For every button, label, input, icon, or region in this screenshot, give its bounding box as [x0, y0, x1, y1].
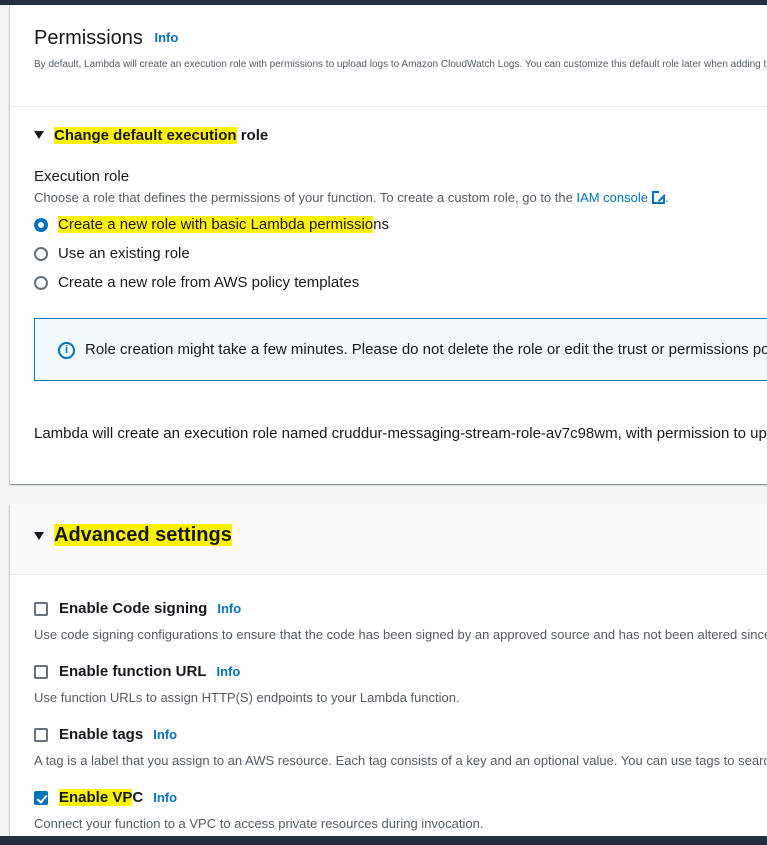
advanced-settings-expander[interactable]: Advanced settings [34, 524, 232, 547]
execution-role-note: Lambda will create an execution role nam… [34, 425, 767, 442]
radio-button[interactable] [34, 246, 48, 261]
iam-console-link[interactable]: IAM console [576, 190, 648, 205]
function-url-info-link[interactable]: Info [217, 664, 241, 679]
enable-code-signing-option[interactable]: Enable Code signing Info [34, 600, 241, 617]
alert-text: Role creation might take a few minutes. … [85, 341, 767, 358]
change-default-execution-role-expander[interactable]: Change default execution role [34, 127, 268, 144]
function-url-description: Use function URLs to assign HTTP(S) endp… [34, 690, 460, 705]
radio-button[interactable] [34, 217, 48, 232]
checkbox[interactable] [34, 664, 48, 679]
permissions-panel: Permissions Info By default, Lambda will… [10, 5, 767, 484]
permissions-description: By default, Lambda will create an execut… [34, 59, 767, 70]
enable-tags-option[interactable]: Enable tags Info [34, 726, 177, 743]
external-link-icon[interactable] [652, 190, 666, 204]
checkbox[interactable] [34, 601, 48, 616]
info-circle-icon: i [58, 342, 75, 359]
radio-create-from-policy-templates[interactable]: Create a new role from AWS policy templa… [34, 274, 359, 291]
checkbox-checked[interactable] [34, 790, 48, 805]
radio-create-basic-role[interactable]: Create a new role with basic Lambda perm… [34, 216, 389, 233]
checkbox[interactable] [34, 727, 48, 742]
permissions-header: Permissions Info By default, Lambda will… [10, 5, 767, 107]
caret-down-icon [34, 532, 44, 540]
role-creation-info-alert: i Role creation might take a few minutes… [34, 318, 767, 381]
execution-role-description: Choose a role that defines the permissio… [34, 190, 669, 205]
tags-description: A tag is a label that you assign to an A… [34, 753, 767, 768]
execution-role-label: Execution role [34, 168, 130, 185]
permissions-info-link[interactable]: Info [154, 30, 178, 45]
radio-use-existing-role[interactable]: Use an existing role [34, 245, 190, 262]
bottom-bar [0, 836, 767, 845]
permissions-title: Permissions Info [34, 27, 179, 49]
tags-info-link[interactable]: Info [153, 727, 177, 742]
enable-function-url-option[interactable]: Enable function URL Info [34, 663, 240, 680]
radio-button[interactable] [34, 275, 48, 290]
vpc-info-link[interactable]: Info [153, 790, 177, 805]
code-signing-info-link[interactable]: Info [217, 601, 241, 616]
advanced-settings-header: Advanced settings [10, 504, 767, 575]
caret-down-icon [34, 131, 44, 139]
enable-vpc-option[interactable]: Enable VPC Info [34, 789, 177, 806]
advanced-settings-panel: Advanced settings Enable Code signing In… [10, 504, 767, 844]
code-signing-description: Use code signing configurations to ensur… [34, 627, 767, 642]
vpc-description: Connect your function to a VPC to access… [34, 816, 484, 831]
